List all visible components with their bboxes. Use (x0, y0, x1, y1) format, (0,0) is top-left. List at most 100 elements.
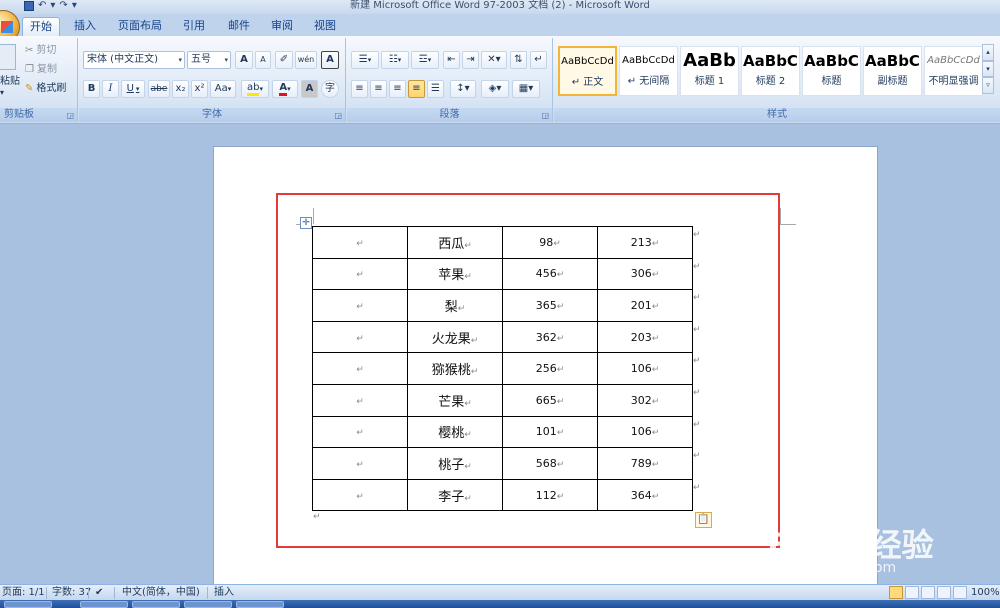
style-gallery-scroll[interactable]: ▴ ▾ ▿ (982, 44, 994, 95)
char-border-button[interactable]: A (321, 51, 339, 69)
style-name: 标题 (821, 76, 842, 87)
tab-review[interactable]: 审阅 (264, 17, 300, 36)
char-shading-button[interactable]: A (301, 80, 318, 98)
bullets-button[interactable]: ☰ ▾ (351, 51, 379, 69)
shrink-font-button[interactable]: A (255, 51, 271, 69)
cut-button[interactable]: ✂ 剪切 (24, 42, 76, 60)
scroll-down-icon[interactable]: ▾ (982, 60, 994, 78)
copy-button[interactable]: ❐ 复制 (24, 61, 76, 79)
sort-icon[interactable]: ⇅ (510, 51, 527, 69)
redo-icon[interactable]: ↷ (59, 0, 67, 12)
print-layout-view-icon[interactable] (889, 586, 903, 599)
subscript-button[interactable]: x₂ (172, 80, 189, 98)
justify-icon[interactable]: ≡ (408, 80, 425, 98)
superscript-button[interactable]: x² (191, 80, 208, 98)
strikethrough-button[interactable]: abe (148, 80, 170, 98)
bold-button[interactable]: B (83, 80, 100, 98)
divider (114, 587, 115, 599)
italic-button[interactable]: I (102, 80, 119, 98)
insert-mode[interactable]: 插入 (214, 586, 234, 600)
style-heading-1[interactable]: AaBb 标题 1 (680, 46, 739, 96)
tab-page-layout[interactable]: 页面布局 (112, 17, 168, 36)
tab-insert[interactable]: 插入 (66, 17, 104, 36)
dialog-launcher-icon[interactable]: ◲ (334, 111, 342, 120)
chinese-layout-icon[interactable]: ✕▾ (481, 51, 507, 69)
clear-format-icon[interactable]: ✐ (275, 51, 293, 69)
paste-button[interactable]: 粘贴 (0, 72, 20, 87)
paste-icon[interactable] (0, 44, 16, 70)
zoom-level[interactable]: 100% (971, 586, 1000, 600)
chevron-down-icon: ▾ (227, 85, 232, 93)
bullet-list-icon: ☰ (358, 54, 368, 65)
taskbar-item[interactable] (4, 601, 52, 608)
highlight-button[interactable]: ab ▾ (241, 80, 269, 98)
ribbon-tabs: 开始 插入 页面布局 引用 邮件 审阅 视图 (0, 10, 1000, 44)
web-layout-view-icon[interactable] (921, 586, 935, 599)
font-size-select[interactable]: 五号 ▾ (187, 51, 231, 69)
full-screen-view-icon[interactable] (905, 586, 919, 599)
font-name-select[interactable]: 宋体 (中文正文) ▾ (83, 51, 185, 69)
distributed-icon[interactable]: ☰ (427, 80, 444, 98)
taskbar (0, 600, 1000, 608)
style-sample: AaBbC (743, 52, 798, 70)
tab-references[interactable]: 引用 (176, 17, 212, 36)
style-subtle-emphasis[interactable]: AaBbCcDd 不明显强调 (924, 46, 983, 96)
styles-group-label: 样式 (554, 108, 1000, 122)
increase-indent-icon[interactable]: ⇥ (462, 51, 479, 69)
chevron-down-icon[interactable]: ▾ (0, 88, 4, 97)
style-no-spacing[interactable]: AaBbCcDd ↵ 无间隔 (619, 46, 678, 96)
underline-button[interactable]: U ▾ (121, 80, 145, 98)
dropdown-icon[interactable]: ▾ (50, 0, 55, 12)
dropdown-icon[interactable]: ▾ (72, 0, 77, 12)
show-marks-icon[interactable]: ↵ (530, 51, 547, 69)
scroll-up-icon[interactable]: ▴ (982, 44, 994, 61)
tab-view[interactable]: 视图 (307, 17, 343, 36)
office-logo-icon (1, 21, 13, 33)
language-indicator[interactable]: 中文(简体，中国) (122, 586, 200, 600)
multilevel-list-button[interactable]: ☲ ▾ (411, 51, 439, 69)
page-indicator[interactable]: 页面: 1/1 (2, 586, 45, 600)
align-left-icon[interactable]: ≡ (351, 80, 368, 98)
draft-view-icon[interactable] (953, 586, 967, 599)
line-spacing-icon[interactable]: ↕▾ (450, 80, 476, 98)
word-count[interactable]: 字数: 37 (52, 586, 91, 600)
highlight-frame (276, 193, 780, 548)
style-sample: AaBbC (865, 52, 920, 70)
style-name: 不明显强调 (928, 76, 979, 87)
undo-icon[interactable]: ↶ (38, 0, 46, 12)
align-right-icon[interactable]: ≡ (389, 80, 406, 98)
font-color-button[interactable]: A ▾ (272, 80, 298, 98)
tab-home[interactable]: 开始 (22, 17, 60, 36)
decrease-indent-icon[interactable]: ⇤ (443, 51, 460, 69)
paintbrush-icon: ✎ (25, 83, 34, 94)
taskbar-item[interactable] (80, 601, 128, 608)
style-sample: AaBbCcDd (622, 55, 675, 66)
enclose-char-button[interactable]: 字 (321, 80, 339, 98)
format-painter-button[interactable]: ✎ 格式刷 (24, 80, 76, 98)
chevron-down-icon: ▾ (259, 85, 263, 93)
grow-font-button[interactable]: A (235, 51, 253, 69)
dialog-launcher-icon[interactable]: ◲ (541, 111, 549, 120)
style-title[interactable]: AaBbC 标题 (802, 46, 861, 96)
taskbar-item[interactable] (132, 601, 180, 608)
dialog-launcher-icon[interactable]: ◲ (66, 111, 74, 120)
taskbar-item[interactable] (236, 601, 284, 608)
borders-icon[interactable]: ▦▾ (512, 80, 540, 98)
cut-label: 剪切 (36, 45, 57, 56)
chevron-down-icon: ▾ (224, 56, 228, 64)
style-heading-2[interactable]: AaBbC 标题 2 (741, 46, 800, 96)
save-icon[interactable] (24, 1, 34, 11)
align-center-icon[interactable]: ≡ (370, 80, 387, 98)
watermark: Baidu经验 jingyan.baidu.com (767, 520, 997, 580)
phonetic-guide-icon[interactable]: wén (295, 51, 317, 69)
change-case-button[interactable]: Aa ▾ (210, 80, 236, 98)
outline-view-icon[interactable] (937, 586, 951, 599)
proofing-icon[interactable]: ✔ (95, 586, 103, 600)
more-styles-icon[interactable]: ▿ (982, 77, 994, 95)
tab-mailings[interactable]: 邮件 (221, 17, 257, 36)
shading-icon[interactable]: ◈▾ (481, 80, 509, 98)
style-subtitle[interactable]: AaBbC 副标题 (863, 46, 922, 96)
taskbar-item[interactable] (184, 601, 232, 608)
numbering-button[interactable]: ☷ ▾ (381, 51, 409, 69)
style-normal[interactable]: AaBbCcDd ↵ 正文 (558, 46, 617, 96)
